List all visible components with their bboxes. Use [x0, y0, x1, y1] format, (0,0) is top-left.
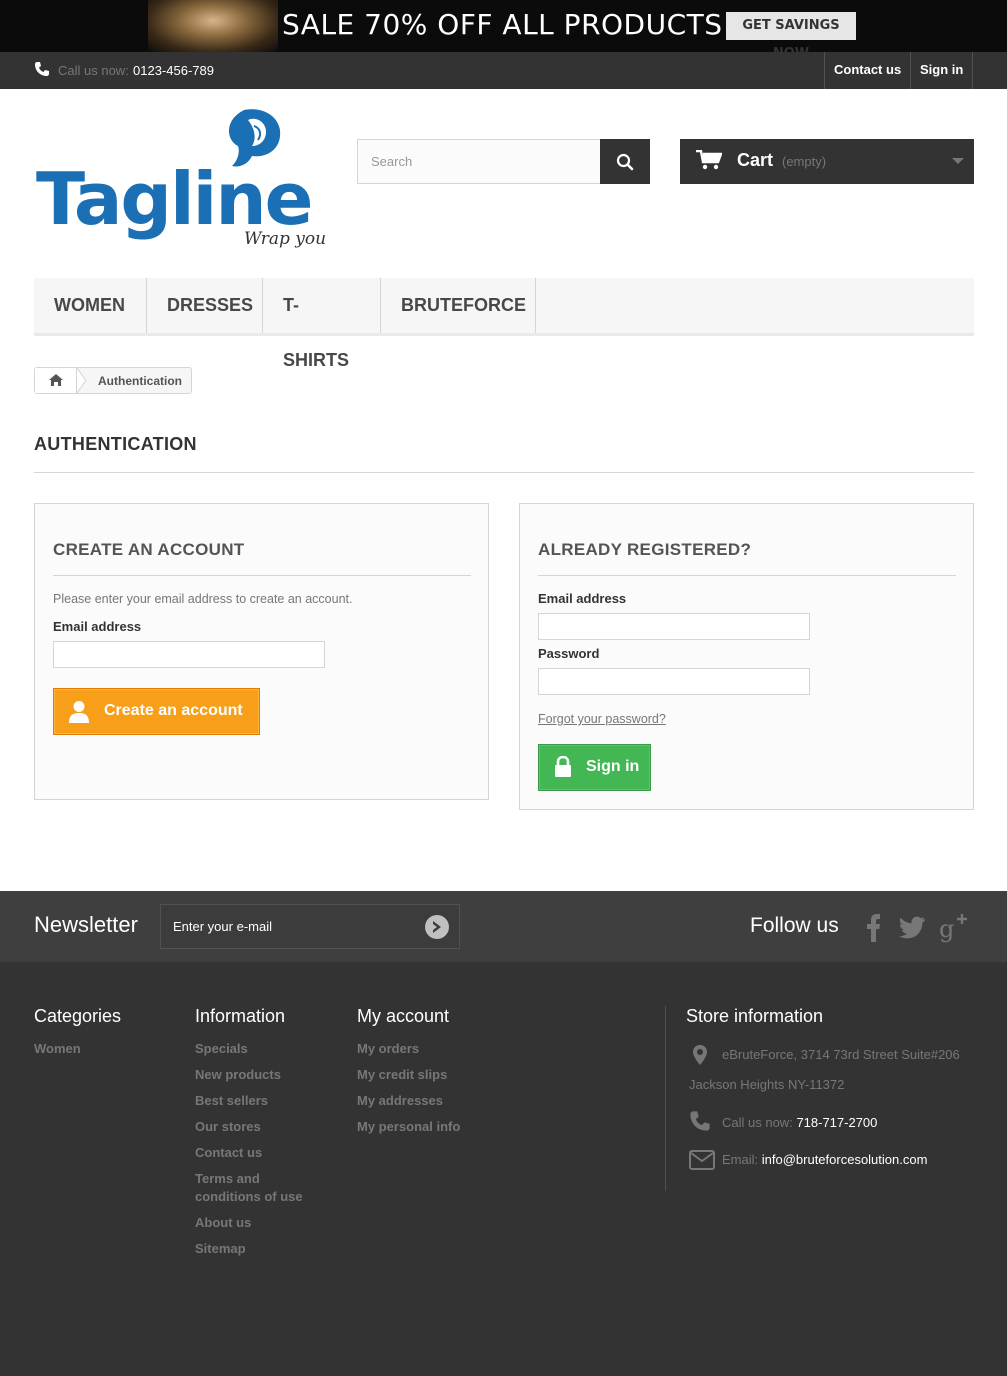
forgot-password-link[interactable]: Forgot your password? [538, 712, 666, 726]
user-icon [69, 701, 89, 723]
main-menu: WOMEN DRESSES T-SHIRTS BRUTEFORCE [34, 278, 974, 370]
footer-link-sitemap[interactable]: Sitemap [195, 1240, 325, 1258]
create-account-button-label: Create an account [104, 702, 243, 719]
store-email-label: Email: [722, 1152, 759, 1167]
store-call-number: 718-717-2700 [796, 1115, 878, 1130]
search-button[interactable] [600, 139, 650, 184]
footer-link-about-us[interactable]: About us [195, 1214, 325, 1232]
login-email-field[interactable] [538, 613, 810, 640]
store-address-line2: Jackson Heights NY-11372 [689, 1077, 845, 1092]
menu-item-women[interactable]: WOMEN [34, 278, 147, 333]
footer-link-my-orders[interactable]: My orders [357, 1040, 460, 1058]
newsletter-title: Newsletter [34, 912, 138, 937]
create-account-panel: CREATE AN ACCOUNT Please enter your emai… [34, 503, 489, 800]
footer-divider [665, 1006, 666, 1191]
footer-link-contact-us[interactable]: Contact us [195, 1144, 325, 1162]
site-footer: Categories Women Information Specials Ne… [0, 962, 1007, 1376]
footer-information-title: Information [195, 1006, 286, 1026]
footer-link-terms[interactable]: Terms and conditions of use [195, 1170, 325, 1206]
twitter-icon[interactable] [899, 913, 927, 941]
promo-banner[interactable]: SALE 70% OFF ALL PRODUCTS GET SAVINGS NO… [0, 0, 1007, 61]
footer-account-title: My account [357, 1006, 450, 1026]
footer-link-my-addresses[interactable]: My addresses [357, 1092, 460, 1110]
newsletter-email-input[interactable]: Enter your e-mail [160, 904, 460, 949]
contact-us-link[interactable]: Contact us [824, 52, 910, 89]
create-email-field[interactable] [53, 641, 325, 668]
cart-label: Cart [737, 150, 774, 170]
sign-in-button-label: Sign in [586, 758, 640, 775]
create-account-button[interactable]: Create an account [53, 688, 260, 735]
cart-block[interactable]: Cart (empty) [680, 139, 974, 184]
cart-status: (empty) [782, 154, 827, 169]
page-title: AUTHENTICATION [34, 434, 197, 454]
menu-item-dresses[interactable]: DRESSES [147, 278, 263, 333]
create-account-divider [53, 575, 471, 576]
footer-link-our-stores[interactable]: Our stores [195, 1118, 325, 1136]
envelope-icon [689, 1150, 715, 1170]
menu-item-t-shirts[interactable]: T-SHIRTS [263, 278, 381, 370]
store-call-label: Call us now: [722, 1115, 793, 1130]
top-nav-bar: Call us now: 0123-456-789 Contact us Sig… [0, 52, 1007, 89]
store-email-row: Email: info@bruteforcesolution.com [722, 1145, 1007, 1175]
chevron-down-icon[interactable] [952, 158, 964, 164]
footer-link-best-sellers[interactable]: Best sellers [195, 1092, 325, 1110]
login-title: ALREADY REGISTERED? [538, 540, 752, 559]
phone-icon [690, 1111, 710, 1131]
login-password-label: Password [538, 646, 600, 661]
footer-link-my-personal-info[interactable]: My personal info [357, 1118, 460, 1136]
google-plus-icon[interactable]: g [939, 913, 969, 943]
store-address-line1: eBruteForce, 3714 73rd Street Suite#206 [722, 1047, 960, 1062]
call-us-label: Call us now: [58, 63, 129, 78]
lock-icon [555, 756, 571, 777]
promo-headline: SALE 70% OFF ALL PRODUCTS [282, 8, 723, 41]
menu-item-bruteforce[interactable]: BRUTEFORCE [381, 278, 536, 333]
login-password-field[interactable] [538, 668, 810, 695]
footer-information: Information Specials New products Best s… [195, 1006, 325, 1266]
newsletter-bar: Newsletter Enter your e-mail Follow us g [0, 891, 1007, 962]
store-email-link[interactable]: info@bruteforcesolution.com [762, 1152, 928, 1167]
promo-model-image [148, 0, 278, 52]
logo-graphic: Tagline Wrap you [36, 109, 326, 249]
store-phone-row: Call us now: 718-717-2700 [722, 1108, 992, 1138]
login-divider [538, 575, 956, 576]
facebook-icon[interactable] [864, 913, 884, 943]
map-marker-icon [693, 1045, 707, 1065]
call-us-number: 0123-456-789 [133, 63, 214, 78]
cart-icon [696, 150, 722, 170]
footer-categories: Categories Women [34, 1006, 121, 1066]
search-input[interactable]: Search [357, 139, 601, 184]
home-icon [49, 374, 63, 386]
footer-link-specials[interactable]: Specials [195, 1040, 325, 1058]
breadcrumb-home-link[interactable] [35, 368, 77, 393]
create-email-label: Email address [53, 619, 142, 634]
footer-categories-title: Categories [34, 1006, 122, 1026]
footer-link-my-credit-slips[interactable]: My credit slips [357, 1066, 460, 1084]
follow-us-title: Follow us [750, 914, 839, 937]
footer-store-info: Store information eBruteForce, 3714 73rd… [686, 1006, 986, 1170]
login-panel: ALREADY REGISTERED? Email address Passwo… [519, 503, 974, 810]
breadcrumb-separator-icon [77, 368, 87, 393]
site-logo[interactable]: Tagline Wrap you [34, 106, 334, 252]
footer-link-new-products[interactable]: New products [195, 1066, 325, 1084]
footer-my-account: My account My orders My credit slips My … [357, 1006, 460, 1144]
logo-tagline: Wrap you [244, 229, 326, 249]
newsletter-submit-icon[interactable] [424, 914, 450, 940]
footer-link-women[interactable]: Women [34, 1040, 121, 1058]
svg-text:g: g [939, 915, 954, 943]
search-icon [616, 153, 634, 171]
sign-in-link[interactable]: Sign in [910, 52, 974, 89]
sign-in-button[interactable]: Sign in [538, 744, 651, 791]
breadcrumb: Authentication [34, 367, 192, 394]
footer-store-title: Store information [686, 1006, 824, 1026]
create-account-title: CREATE AN ACCOUNT [53, 540, 245, 559]
breadcrumb-current: Authentication [98, 374, 182, 388]
create-account-intro: Please enter your email address to creat… [53, 592, 353, 606]
page-title-divider [34, 472, 974, 473]
phone-icon [35, 62, 49, 76]
login-email-label: Email address [538, 591, 627, 606]
get-savings-button[interactable]: GET SAVINGS NOW [726, 12, 856, 61]
